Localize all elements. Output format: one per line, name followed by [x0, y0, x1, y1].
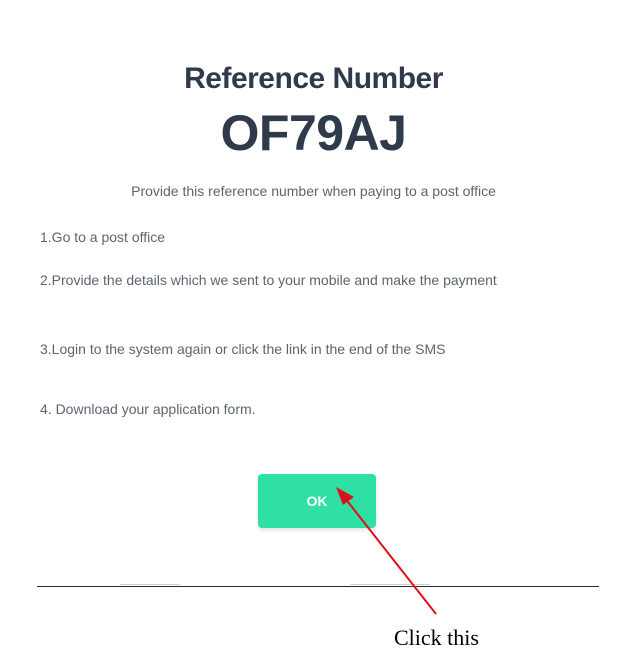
reference-number-dialog: Reference Number OF79AJ Provide this ref…	[0, 0, 627, 653]
step-2: 2.Provide the details which we sent to y…	[40, 272, 497, 288]
step-1: 1.Go to a post office	[40, 229, 166, 245]
annotation-arrow-icon	[336, 487, 437, 615]
dialog-subtitle: Provide this reference number when payin…	[131, 183, 496, 199]
divider-fragment	[120, 584, 180, 585]
step-3: 3.Login to the system again or click the…	[40, 341, 446, 357]
dialog-heading: Reference Number	[184, 62, 443, 95]
reference-code: OF79AJ	[220, 105, 407, 161]
step-4: 4. Download your application form.	[40, 401, 256, 417]
divider	[37, 586, 599, 587]
ok-button[interactable]: OK	[258, 474, 376, 528]
annotation-label: Click this	[394, 625, 479, 650]
divider-fragment	[350, 584, 430, 585]
